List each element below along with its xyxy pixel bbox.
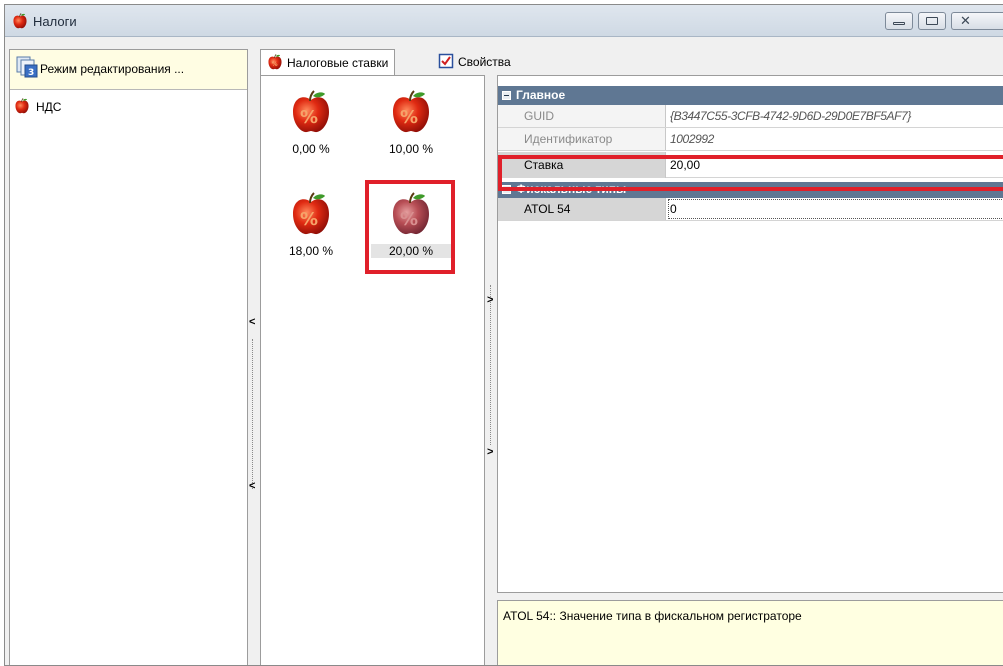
property-value: 1002992 (670, 132, 714, 146)
tax-rate-label: 10,00 % (388, 142, 434, 156)
value-editor[interactable] (668, 199, 1003, 219)
minimize-icon (893, 22, 905, 25)
tab-properties[interactable]: Свойства (430, 49, 517, 75)
property-name: Идентификатор (498, 128, 666, 150)
edit-mode-header[interactable]: 3 Режим редактирования ... (10, 50, 247, 90)
description-text: ATOL 54:: Значение типа в фискальном рег… (503, 609, 802, 623)
svg-text:3: 3 (28, 68, 34, 78)
svg-text:%: % (300, 209, 318, 230)
tax-rate-list: % 0,00 % % 10,00 % % 18,00 % % 20,00 % (260, 75, 485, 665)
minimize-button[interactable] (885, 12, 913, 30)
edit-mode-label: Режим редактирования ... (40, 62, 185, 76)
checkbox-properties-icon (438, 53, 454, 69)
window: Налоги ✕ 3 Режим редактирования ... НДС … (4, 4, 1003, 666)
property-name: GUID (498, 105, 666, 127)
property-grid: Главное GUID {B3447C55-3CFB-4742-9D6D-29… (497, 75, 1003, 593)
property-row-identifier[interactable]: Идентификатор 1002992 (498, 128, 1003, 151)
tree-item-label: НДС (36, 100, 62, 114)
collapse-left-icon-bottom[interactable]: < (249, 481, 255, 492)
category-title: Главное (516, 88, 566, 102)
maximize-icon (926, 17, 938, 25)
expand-right-icon[interactable]: > (487, 295, 493, 306)
splitter-grip (252, 339, 253, 489)
tax-rate-label: 18,00 % (288, 244, 334, 258)
tab-tax-rates-label: Налоговые ставки (287, 56, 389, 70)
tax-apple-icon: % (391, 90, 431, 134)
collapse-left-icon[interactable]: < (249, 317, 255, 328)
tax-rate-item[interactable]: % 18,00 % (271, 182, 351, 270)
left-panel: 3 Режим редактирования ... НДС (9, 49, 248, 665)
window-title: Налоги (33, 14, 77, 29)
tax-apple-icon: % (291, 90, 331, 134)
svg-text:%: % (272, 62, 278, 68)
property-name: ATOL 54 (498, 198, 666, 220)
property-description: ATOL 54:: Значение типа в фискальном рег… (497, 600, 1003, 665)
property-row-guid[interactable]: GUID {B3447C55-3CFB-4742-9D6D-29D0E7BF5A… (498, 105, 1003, 128)
tax-apple-icon: % (267, 54, 283, 70)
apple-icon (12, 13, 28, 29)
splitter-grip (490, 285, 491, 445)
svg-text:%: % (300, 107, 318, 128)
tax-apple-icon: % (291, 192, 331, 236)
rate-highlight (498, 155, 1003, 191)
left-splitter[interactable]: < < (248, 49, 258, 665)
collapse-icon[interactable] (502, 91, 511, 100)
property-value: {B3447C55-3CFB-4742-9D6D-29D0E7BF5AF7} (670, 109, 911, 123)
maximize-button[interactable] (918, 12, 946, 30)
close-icon: ✕ (960, 14, 971, 29)
close-button[interactable]: ✕ (951, 12, 1003, 30)
svg-text:%: % (400, 107, 418, 128)
tab-properties-label: Свойства (458, 55, 511, 69)
expand-right-icon-bottom[interactable]: > (487, 447, 493, 458)
right-splitter[interactable]: > > (486, 75, 496, 665)
tax-rate-item[interactable]: % 0,00 % (271, 80, 351, 168)
edit-mode-icon: 3 (16, 56, 38, 78)
tax-rate-label: 0,00 % (292, 142, 330, 156)
property-row-atol54[interactable]: ATOL 54 0 (498, 198, 1003, 221)
apple-icon (14, 98, 30, 114)
selection-highlight (365, 180, 455, 274)
category-main[interactable]: Главное (498, 86, 1003, 105)
tax-rate-item[interactable]: % 10,00 % (371, 80, 451, 168)
tab-tax-rates[interactable]: % Налоговые ставки (260, 49, 396, 76)
title-bar[interactable]: Налоги ✕ (5, 5, 1003, 37)
tab-strip: % Налоговые ставки Свойства (260, 49, 1003, 76)
